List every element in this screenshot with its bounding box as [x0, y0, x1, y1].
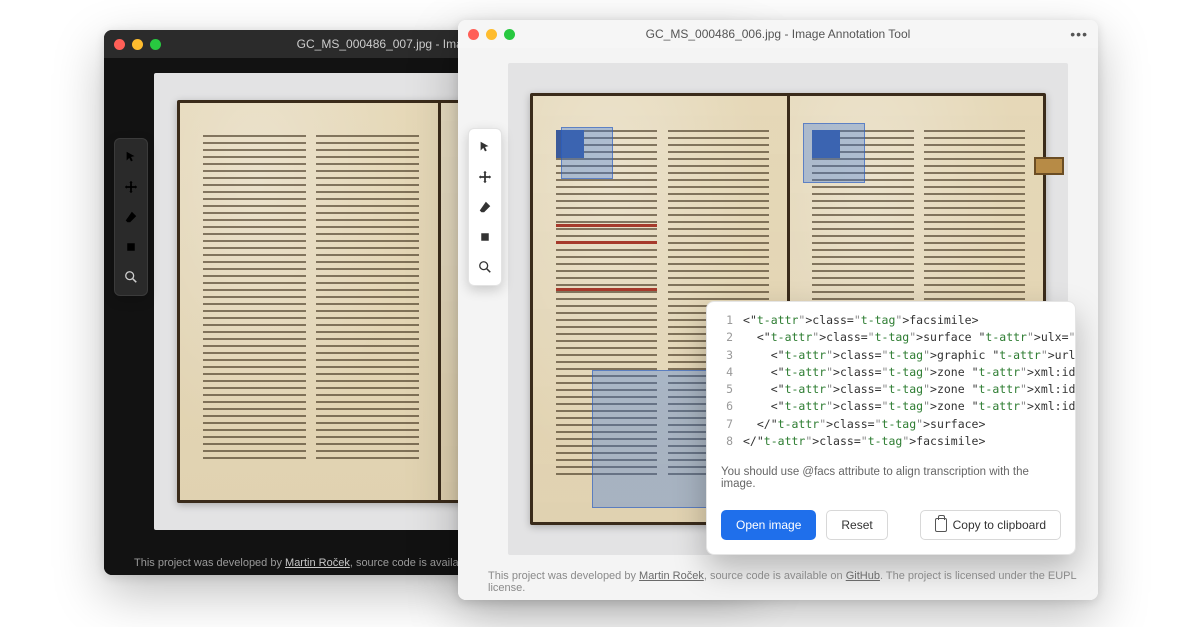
minimize-icon[interactable]: [132, 39, 143, 50]
author-link[interactable]: Martin Roček: [639, 570, 704, 582]
panel-actions: Open image Reset Copy to clipboard: [707, 500, 1075, 554]
reset-button[interactable]: Reset: [826, 510, 887, 540]
tool-erase[interactable]: [471, 193, 499, 221]
minimize-icon[interactable]: [486, 29, 497, 40]
move-icon: [478, 170, 492, 184]
tool-zoom[interactable]: [117, 263, 145, 291]
erase-icon: [124, 210, 138, 224]
tool-move[interactable]: [117, 173, 145, 201]
selection-zone[interactable]: [803, 123, 865, 184]
book-clasp: [1034, 157, 1064, 175]
close-icon[interactable]: [114, 39, 125, 50]
window-light: GC_MS_000486_006.jpg - Image Annotation …: [458, 20, 1098, 600]
close-icon[interactable]: [468, 29, 479, 40]
tool-rect[interactable]: [117, 233, 145, 261]
tool-rect[interactable]: [471, 223, 499, 251]
tool-erase[interactable]: [117, 203, 145, 231]
tool-toolbar: [114, 138, 148, 296]
github-link[interactable]: GitHub: [846, 570, 880, 582]
maximize-icon[interactable]: [504, 29, 515, 40]
zoom-icon: [124, 270, 138, 284]
code-panel: 1<"t-attr">class="t-tag">facsimile>2 <"t…: [706, 301, 1076, 555]
titlebar: GC_MS_000486_006.jpg - Image Annotation …: [458, 20, 1098, 48]
rect-icon: [125, 241, 137, 253]
move-icon: [124, 180, 138, 194]
selection-zone[interactable]: [561, 127, 613, 179]
tool-pointer[interactable]: [471, 133, 499, 161]
copy-clipboard-button[interactable]: Copy to clipboard: [920, 510, 1061, 540]
clipboard-icon: [935, 518, 947, 532]
maximize-icon[interactable]: [150, 39, 161, 50]
author-link[interactable]: Martin Roček: [285, 557, 350, 569]
tool-toolbar: [468, 128, 502, 286]
code-block: 1<"t-attr">class="t-tag">facsimile>2 <"t…: [707, 302, 1075, 458]
tool-zoom[interactable]: [471, 253, 499, 281]
pointer-icon: [124, 150, 138, 164]
editor-area: 1<"t-attr">class="t-tag">facsimile>2 <"t…: [458, 48, 1098, 600]
zoom-icon: [478, 260, 492, 274]
footer-text: This project was developed by Martin Roč…: [458, 570, 1098, 594]
rect-icon: [479, 231, 491, 243]
window-title: GC_MS_000486_006.jpg - Image Annotation …: [458, 27, 1098, 41]
more-icon[interactable]: •••: [1070, 26, 1088, 42]
traffic-lights: [468, 29, 515, 40]
tool-move[interactable]: [471, 163, 499, 191]
traffic-lights: [114, 39, 161, 50]
open-image-button[interactable]: Open image: [721, 510, 816, 540]
tool-pointer[interactable]: [117, 143, 145, 171]
hint-text: You should use @facs attribute to align …: [707, 458, 1075, 500]
pointer-icon: [478, 140, 492, 154]
erase-icon: [478, 200, 492, 214]
